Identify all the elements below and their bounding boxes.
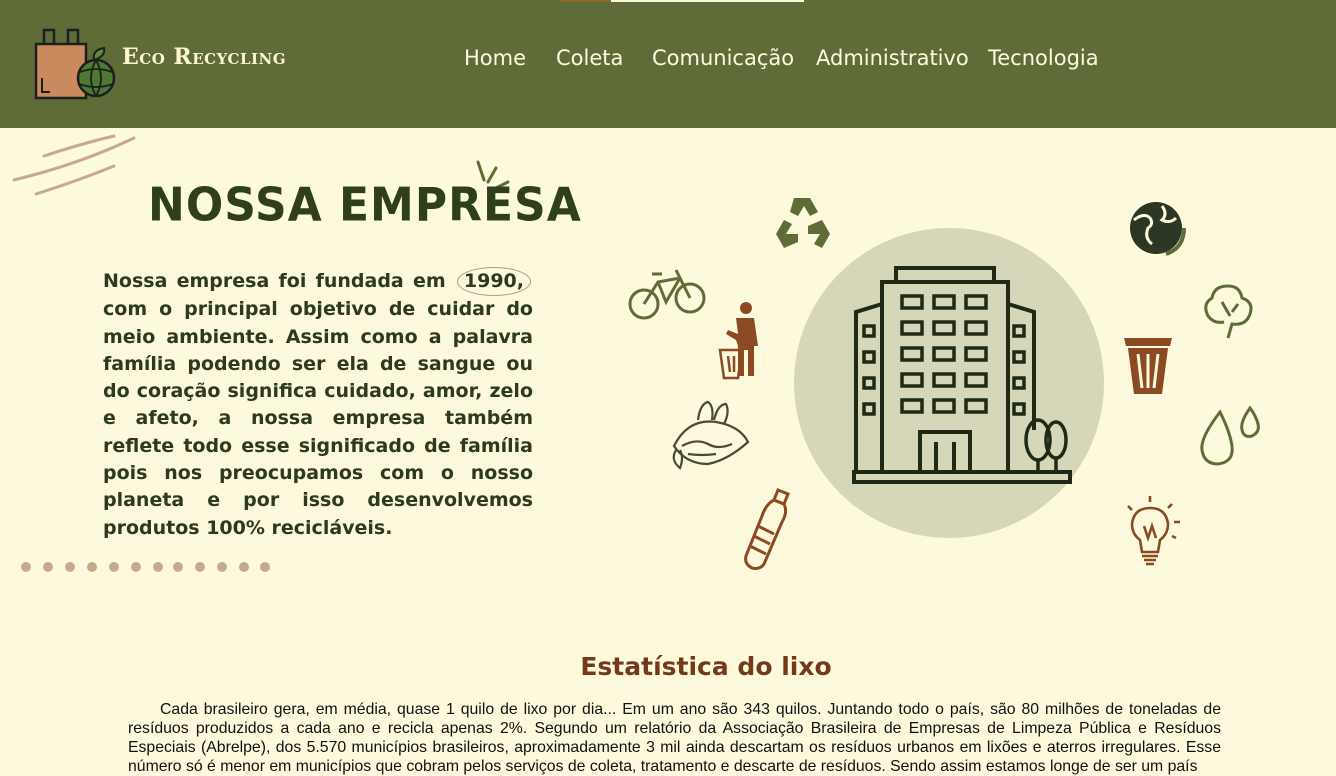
logo[interactable] — [34, 26, 118, 104]
earth-hands-icon — [672, 400, 750, 470]
trash-bin-icon — [1124, 338, 1172, 394]
water-drops-icon — [1200, 405, 1260, 466]
about-text-start: Nossa empresa foi fundada em — [103, 270, 446, 292]
bottle-icon — [744, 488, 790, 570]
bicycle-icon — [628, 269, 706, 320]
dotted-decoration — [21, 562, 270, 572]
nav-home[interactable]: Home — [464, 46, 526, 70]
building-icon — [852, 266, 1072, 484]
globe-icon — [1130, 202, 1186, 256]
decorative-strokes — [12, 134, 136, 196]
about-text: Nossa empresa foi fundada em 1990, com o… — [103, 267, 533, 542]
nav-administrativo[interactable]: Administrativo — [816, 46, 969, 70]
shopping-bag-globe-icon — [34, 28, 116, 100]
lightbulb-icon — [1127, 496, 1180, 566]
recycle-icon — [776, 198, 830, 248]
nav-comunicacao[interactable]: Comunicação — [652, 46, 794, 70]
person-throwing-trash-icon — [718, 302, 758, 380]
active-indicator-light — [611, 0, 804, 2]
about-title: NOSSA EMPRESA — [148, 178, 582, 233]
founding-year: 1990, — [456, 267, 531, 297]
tree-icon — [1204, 284, 1253, 339]
brand-name[interactable]: Eco Recycling — [122, 44, 286, 70]
active-indicator — [560, 0, 611, 2]
about-text-end: com o principal objetivo de cuidar do me… — [103, 298, 533, 539]
stats-title: Estatística do lixo — [580, 652, 832, 681]
nav-coleta[interactable]: Coleta — [556, 46, 623, 70]
nav-tecnologia[interactable]: Tecnologia — [988, 46, 1099, 70]
stats-text: Cada brasileiro gera, em média, quase 1 … — [128, 701, 1221, 775]
